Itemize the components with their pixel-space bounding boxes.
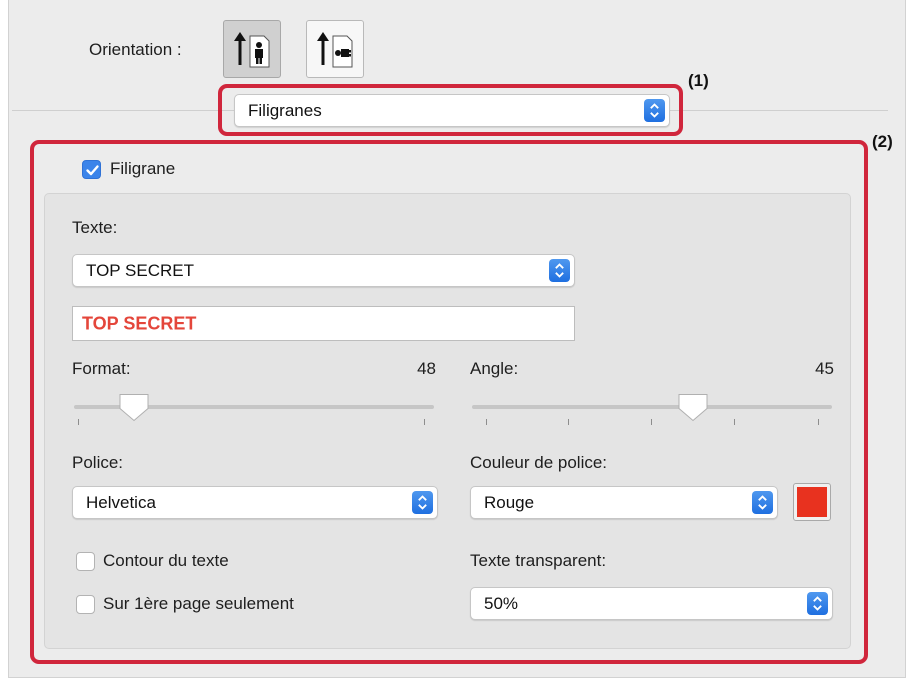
callout-1: (1) <box>688 71 709 90</box>
slider-tick <box>486 419 487 425</box>
orientation-label: Orientation : <box>89 40 182 59</box>
text-label: Texte: <box>72 218 118 237</box>
up-down-chevron-icon <box>807 592 828 615</box>
landscape-orientation-icon <box>317 32 353 68</box>
slider-tick <box>78 419 79 425</box>
callout-2: (2) <box>872 132 893 151</box>
font-color-value: Rouge <box>484 492 535 512</box>
font-select[interactable]: Helvetica <box>72 486 438 519</box>
up-down-chevron-icon <box>412 491 433 514</box>
color-swatch-fill <box>797 487 827 517</box>
font-value: Helvetica <box>86 492 156 512</box>
landscape-orientation-button[interactable] <box>306 20 364 78</box>
text-preset-select[interactable]: TOP SECRET <box>72 254 575 287</box>
transparency-value: 50% <box>484 593 519 613</box>
highlight-box-1 <box>218 84 683 136</box>
up-down-chevron-icon <box>549 259 570 282</box>
watermark-enable-checkbox[interactable] <box>82 160 101 179</box>
transparency-select[interactable]: 50% <box>470 587 833 620</box>
slider-tick <box>651 419 652 425</box>
angle-label: Angle: <box>470 359 519 378</box>
angle-value: 45 <box>815 359 834 378</box>
portrait-orientation-button[interactable] <box>223 20 281 78</box>
text-outline-label: Contour du texte <box>103 551 229 570</box>
checkmark-icon <box>86 165 99 176</box>
transparency-label: Texte transparent: <box>470 551 607 570</box>
font-color-select[interactable]: Rouge <box>470 486 778 519</box>
size-value: 48 <box>417 359 436 378</box>
size-label: Format: <box>72 359 131 378</box>
watermark-text-value: TOP SECRET <box>82 313 197 333</box>
slider-tick <box>568 419 569 425</box>
first-page-only-label: Sur 1ère page seulement <box>103 594 294 613</box>
watermark-enable-label: Filigrane <box>110 159 176 178</box>
slider-tick <box>818 419 819 425</box>
portrait-orientation-icon <box>234 32 270 68</box>
up-down-chevron-icon <box>752 491 773 514</box>
first-page-only-checkbox[interactable] <box>76 595 95 614</box>
size-slider-thumb[interactable] <box>117 392 151 424</box>
text-preset-value: TOP SECRET <box>86 260 195 280</box>
watermark-text-input[interactable]: TOP SECRET <box>72 306 575 341</box>
color-swatch-button[interactable] <box>793 483 831 521</box>
font-label: Police: <box>72 453 124 472</box>
text-outline-checkbox[interactable] <box>76 552 95 571</box>
slider-tick <box>424 419 425 425</box>
angle-slider-thumb[interactable] <box>676 392 710 424</box>
font-color-label: Couleur de police: <box>470 453 608 472</box>
slider-tick <box>734 419 735 425</box>
angle-slider[interactable] <box>472 405 832 409</box>
